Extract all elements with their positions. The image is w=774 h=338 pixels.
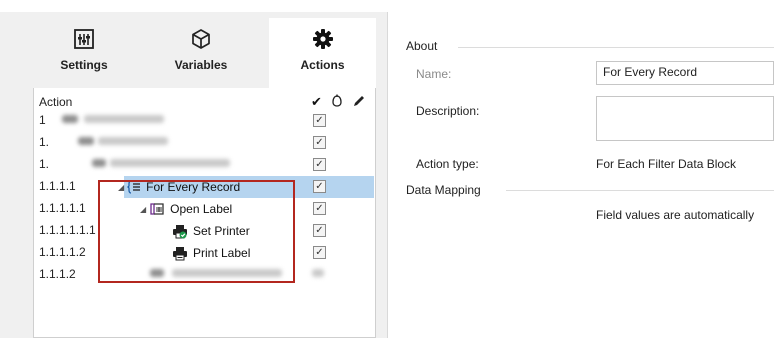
pencil-icon[interactable]	[352, 94, 366, 108]
blurred-label	[84, 115, 164, 123]
tab-settings-label: Settings	[60, 58, 108, 72]
properties-panel: About Name: For Every Record Description…	[388, 12, 774, 338]
enabled-checkbox[interactable]: ✓	[313, 224, 326, 237]
enabled-checkbox[interactable]: ✓	[313, 114, 326, 127]
panel-tabs: Settings Variables Actions	[33, 18, 376, 88]
section-about-title: About	[406, 39, 438, 53]
column-header-action: Action	[39, 95, 73, 109]
enabled-checkbox[interactable]: ✓	[313, 136, 326, 149]
column-header-enabled[interactable]: ✔	[311, 94, 322, 110]
tab-variables[interactable]: Variables	[150, 18, 252, 88]
tree-row[interactable]: 1. ✓	[34, 154, 375, 176]
gear-icon	[312, 28, 334, 50]
run-icon[interactable]	[330, 94, 344, 108]
section-divider	[506, 190, 774, 191]
tab-actions[interactable]: Actions	[269, 18, 376, 88]
row-number: 1.	[39, 157, 50, 171]
row-number: 1.1.1.1	[39, 179, 76, 193]
tab-actions-label: Actions	[300, 58, 345, 72]
blurred-label	[110, 159, 230, 167]
blurred-checkbox	[312, 269, 324, 277]
tab-settings[interactable]: Settings	[33, 18, 135, 88]
enabled-checkbox[interactable]: ✓	[313, 158, 326, 171]
tree-row[interactable]: 1 ✓	[34, 110, 375, 132]
action-type-label: Action type:	[416, 157, 479, 171]
row-number: 1.1.1.2	[39, 267, 76, 281]
data-mapping-text: Field values are automatically	[596, 208, 755, 222]
blurred-icon	[92, 159, 106, 167]
description-field[interactable]	[596, 96, 774, 141]
settings-sliders-icon	[73, 28, 95, 50]
section-divider	[458, 47, 774, 48]
row-number: 1.1.1.1.1	[39, 201, 86, 215]
enabled-checkbox[interactable]: ✓	[313, 246, 326, 259]
blurred-label	[98, 137, 168, 145]
actions-panel: Settings Variables Actions Action ✔ 1 ✓ …	[0, 12, 388, 338]
enabled-checkbox[interactable]: ✓	[313, 202, 326, 215]
tab-variables-label: Variables	[174, 58, 228, 72]
enabled-checkbox[interactable]: ✓	[313, 180, 326, 193]
name-field[interactable]: For Every Record	[596, 61, 774, 85]
cube-icon	[190, 28, 212, 50]
blurred-icon	[78, 137, 94, 145]
highlight-box	[98, 180, 295, 283]
row-number: 1	[39, 113, 46, 127]
action-type-value: For Each Filter Data Block	[596, 157, 737, 171]
tree-header: Action ✔	[34, 94, 375, 110]
section-data-mapping-title: Data Mapping	[406, 183, 481, 197]
blurred-icon	[62, 115, 78, 123]
row-number: 1.1.1.1.2	[39, 245, 86, 259]
name-label: Name:	[416, 67, 452, 81]
row-number: 1.1.1.1.1.1	[39, 223, 96, 237]
tree-row[interactable]: 1. ✓	[34, 132, 375, 154]
row-number: 1.	[39, 135, 50, 149]
description-label: Description:	[416, 104, 480, 118]
